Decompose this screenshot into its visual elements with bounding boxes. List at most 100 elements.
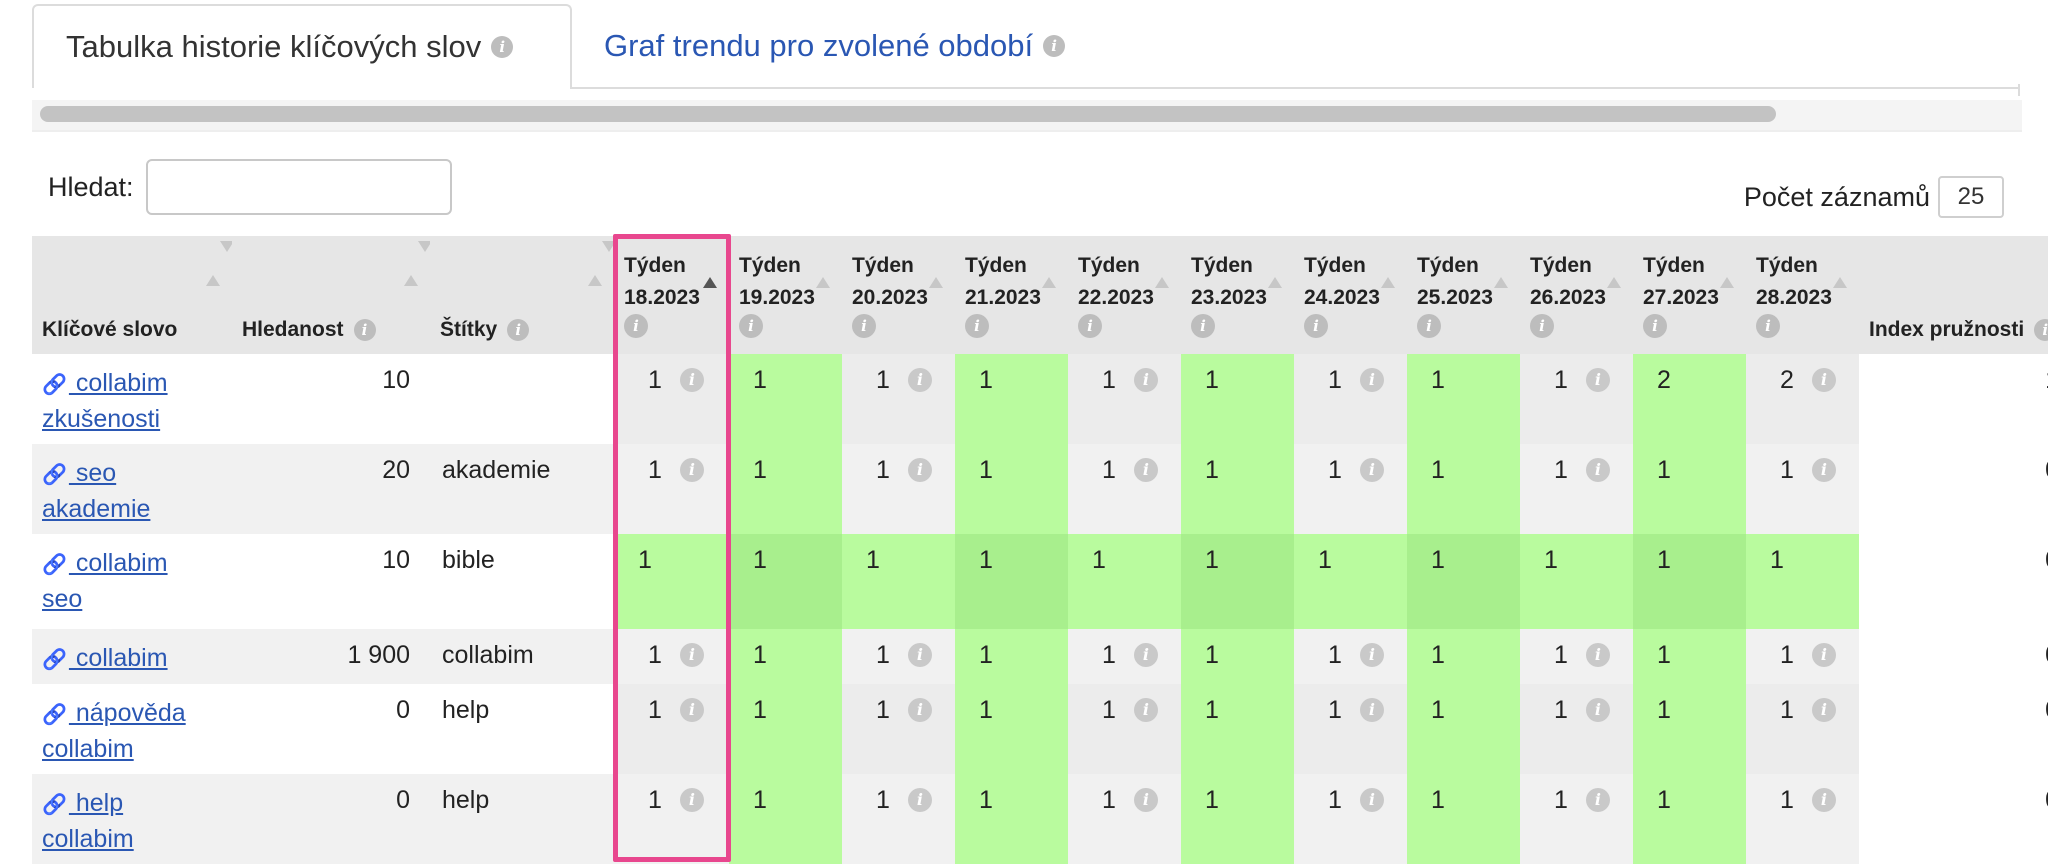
column-header-week-25.2023[interactable]: Týden 25.2023 i (1407, 236, 1520, 354)
position-value: 1 (876, 366, 890, 394)
info-icon[interactable]: i (1585, 788, 1610, 812)
sort-arrows-icon[interactable] (1155, 250, 1169, 288)
info-icon[interactable]: i (1359, 698, 1384, 722)
info-icon[interactable]: i (679, 788, 704, 812)
page-size-select[interactable]: 25 (1938, 176, 2004, 218)
info-icon[interactable]: i (1359, 368, 1384, 392)
column-header-tags[interactable]: Štítky i (430, 236, 616, 354)
info-icon[interactable]: i (1191, 314, 1215, 338)
sort-arrows-icon[interactable] (1381, 250, 1395, 288)
keyword-text[interactable]: zkušenosti (42, 405, 160, 433)
info-icon[interactable]: i (1043, 35, 1066, 57)
keyword-link[interactable]: 🔗 nápověda collabim (32, 684, 232, 774)
column-header-week-18.2023[interactable]: Týden 18.2023 i (614, 236, 729, 354)
column-header-search-volume[interactable]: Hledanost i (232, 236, 432, 354)
keyword-text[interactable]: nápověda (69, 699, 186, 727)
column-header-flex-index[interactable]: Index pružnosti i (1859, 236, 2048, 354)
info-icon[interactable]: i (1133, 698, 1158, 722)
sort-arrows-icon[interactable] (816, 250, 830, 288)
sort-arrows-icon[interactable] (703, 250, 717, 288)
info-icon[interactable]: i (507, 319, 530, 341)
info-icon[interactable]: i (1133, 458, 1158, 482)
info-icon[interactable]: i (624, 314, 648, 338)
sort-arrows-icon[interactable] (1833, 250, 1847, 288)
column-header-week-26.2023[interactable]: Týden 26.2023 i (1520, 236, 1633, 354)
info-icon[interactable]: i (1585, 698, 1610, 722)
column-header-week-20.2023[interactable]: Týden 20.2023 i (842, 236, 955, 354)
info-icon[interactable]: i (679, 368, 704, 392)
sort-arrows-icon[interactable] (1494, 250, 1508, 288)
column-header-week-21.2023[interactable]: Týden 21.2023 i (955, 236, 1068, 354)
info-icon[interactable]: i (353, 319, 376, 341)
info-icon[interactable]: i (907, 643, 932, 667)
horizontal-scrollbar[interactable] (32, 100, 2022, 132)
info-icon[interactable]: i (1530, 314, 1554, 338)
keyword-text[interactable]: collabim (42, 825, 134, 853)
info-icon[interactable]: i (491, 36, 514, 58)
sort-arrows-icon[interactable] (588, 241, 616, 286)
info-icon[interactable]: i (2034, 319, 2048, 341)
sort-arrows-icon[interactable] (1607, 250, 1621, 288)
sort-arrows-icon[interactable] (1720, 250, 1734, 288)
info-icon[interactable]: i (1359, 458, 1384, 482)
keyword-link[interactable]: 🔗 seo akademie (32, 444, 232, 534)
info-icon[interactable]: i (965, 314, 989, 338)
info-icon[interactable]: i (1417, 314, 1441, 338)
scrollbar-thumb[interactable] (40, 106, 1776, 122)
keyword-text[interactable]: collabim (42, 735, 134, 763)
info-icon[interactable]: i (1585, 458, 1610, 482)
keyword-text[interactable]: help (69, 789, 123, 817)
info-icon[interactable]: i (852, 314, 876, 338)
info-icon[interactable]: i (1133, 368, 1158, 392)
info-icon[interactable]: i (1359, 788, 1384, 812)
info-icon[interactable]: i (1585, 643, 1610, 667)
tab-trend-chart[interactable]: Graf trendu pro zvolené období i (604, 4, 1066, 88)
column-header-week-28.2023[interactable]: Týden 28.2023 i (1746, 236, 1859, 354)
keyword-link[interactable]: 🔗 collabim zkušenosti (32, 354, 232, 444)
column-header-week-27.2023[interactable]: Týden 27.2023 i (1633, 236, 1746, 354)
info-icon[interactable]: i (907, 458, 932, 482)
sort-arrows-icon[interactable] (1268, 250, 1282, 288)
info-icon[interactable]: i (1811, 368, 1836, 392)
keyword-text[interactable]: seo (42, 585, 82, 613)
info-icon[interactable]: i (1811, 458, 1836, 482)
info-icon[interactable]: i (1811, 788, 1836, 812)
keyword-text[interactable]: collabim (69, 644, 168, 672)
info-icon[interactable]: i (1756, 314, 1780, 338)
info-icon[interactable]: i (1811, 698, 1836, 722)
info-icon[interactable]: i (907, 368, 932, 392)
keyword-link[interactable]: 🔗 collabim seo (32, 534, 232, 629)
info-icon[interactable]: i (739, 314, 763, 338)
info-icon[interactable]: i (907, 698, 932, 722)
column-header-week-23.2023[interactable]: Týden 23.2023 i (1181, 236, 1294, 354)
info-icon[interactable]: i (1359, 643, 1384, 667)
keyword-text[interactable]: collabim (69, 369, 168, 397)
info-icon[interactable]: i (1133, 643, 1158, 667)
info-icon[interactable]: i (1133, 788, 1158, 812)
sort-arrows-icon[interactable] (404, 241, 432, 286)
column-header-week-22.2023[interactable]: Týden 22.2023 i (1068, 236, 1181, 354)
info-icon[interactable]: i (1643, 314, 1667, 338)
keyword-text[interactable]: seo (69, 459, 116, 487)
keyword-text[interactable]: akademie (42, 495, 150, 523)
tab-keyword-history-table[interactable]: Tabulka historie klíčových slov i (32, 4, 572, 88)
keyword-link[interactable]: 🔗 help collabim (32, 774, 232, 864)
keyword-link[interactable]: 🔗 collabim (32, 629, 232, 684)
info-icon[interactable]: i (679, 698, 704, 722)
search-input[interactable] (145, 159, 452, 215)
info-icon[interactable]: i (1078, 314, 1102, 338)
tag-cell: bible (430, 534, 614, 629)
info-icon[interactable]: i (679, 458, 704, 482)
sort-arrows-icon[interactable] (1042, 250, 1056, 288)
info-icon[interactable]: i (1585, 368, 1610, 392)
info-icon[interactable]: i (1811, 643, 1836, 667)
keyword-text[interactable]: collabim (69, 549, 168, 577)
info-icon[interactable]: i (679, 643, 704, 667)
sort-arrows-icon[interactable] (206, 241, 234, 286)
column-header-keyword[interactable]: Klíčové slovo (32, 236, 234, 354)
sort-arrows-icon[interactable] (929, 250, 943, 288)
column-header-week-19.2023[interactable]: Týden 19.2023 i (729, 236, 842, 354)
column-header-week-24.2023[interactable]: Týden 24.2023 i (1294, 236, 1407, 354)
info-icon[interactable]: i (907, 788, 932, 812)
info-icon[interactable]: i (1304, 314, 1328, 338)
